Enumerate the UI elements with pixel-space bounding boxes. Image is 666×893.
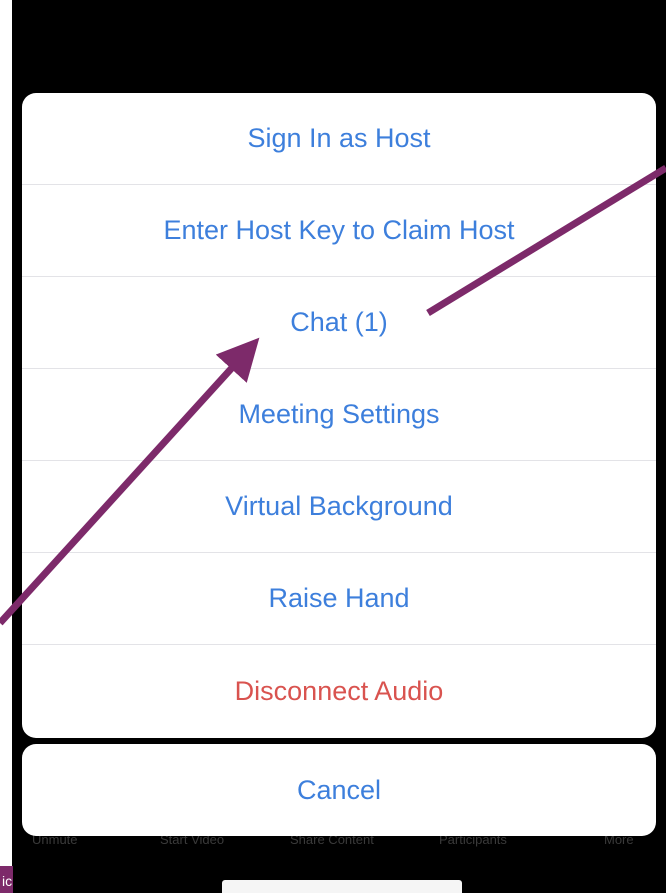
action-sheet: Sign In as Host Enter Host Key to Claim … (22, 93, 656, 738)
claim-host-option[interactable]: Enter Host Key to Claim Host (22, 185, 656, 277)
sign-in-as-host-option[interactable]: Sign In as Host (22, 93, 656, 185)
raise-hand-option[interactable]: Raise Hand (22, 553, 656, 645)
cancel-button[interactable]: Cancel (22, 744, 656, 836)
meeting-settings-option[interactable]: Meeting Settings (22, 369, 656, 461)
disconnect-audio-option[interactable]: Disconnect Audio (22, 645, 656, 738)
app-screen: Unmute Start Video Share Content Partici… (12, 0, 666, 893)
chat-option[interactable]: Chat (1) (22, 277, 656, 369)
cropped-label-tag: ic (0, 866, 13, 893)
home-indicator (222, 880, 462, 893)
virtual-background-option[interactable]: Virtual Background (22, 461, 656, 553)
